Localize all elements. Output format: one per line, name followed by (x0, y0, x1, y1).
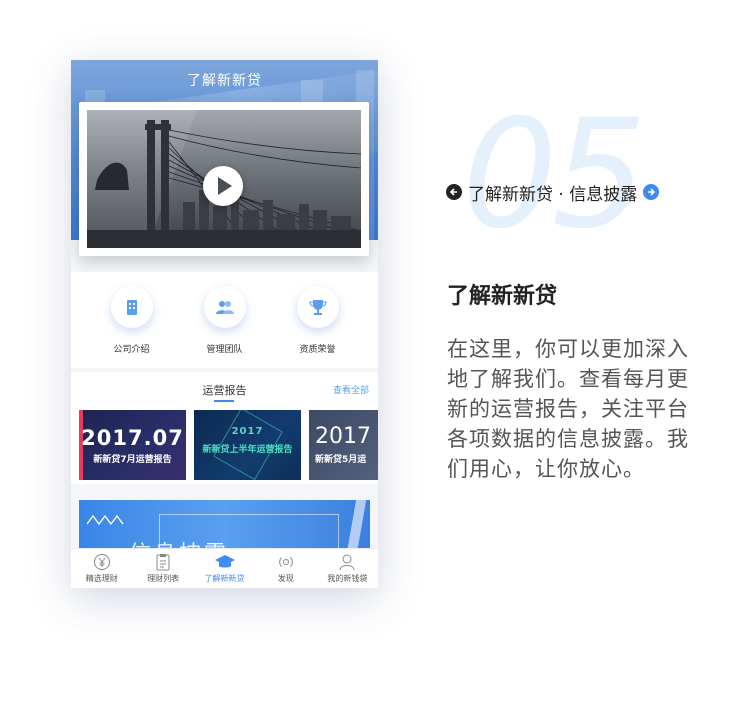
tab-label: 我的新钱袋 (327, 574, 368, 583)
breadcrumb-text: 了解新新贷 · 信息披露 (468, 184, 638, 205)
quick-link-qualifications[interactable]: 资质荣誉 (278, 272, 358, 368)
report-cards: 2017.07 新新贷7月运营报告 2017 新新贷上半年运营报告 2017 新… (79, 410, 378, 480)
quick-links: 公司介绍 管理团队 资质荣誉 (71, 272, 378, 368)
nav-title: 了解新新贷 (187, 73, 262, 89)
feature-title: 了解新新贷 (447, 284, 558, 309)
user-icon (317, 553, 378, 571)
quick-link-company-intro[interactable]: 公司介绍 (92, 272, 172, 368)
report-card[interactable]: 2017 新新贷上半年运营报告 (194, 410, 301, 480)
report-card-subtitle: 新新贷上半年运营报告 (202, 445, 293, 455)
reports-section: 运营报告 查看全部 2017.07 新新贷7月运营报告 2017 新新贷上半年运… (71, 372, 378, 484)
tab-label: 精选理财 (85, 574, 118, 583)
phone-mockup: 了解新新贷 公司介绍 管理团队 资质荣誉 运营报告 查看全部 2017.07 新… (71, 60, 378, 588)
report-card-subtitle: 新新贷5月运 (315, 455, 367, 465)
tab-featured-finance[interactable]: 精选理财 (71, 549, 132, 588)
mountains-icon (87, 514, 124, 526)
clipboard-icon (132, 553, 193, 571)
tab-about[interactable]: 了解新新贷 (194, 549, 255, 588)
quick-link-management-team[interactable]: 管理团队 (185, 272, 265, 368)
quick-link-label: 公司介绍 (113, 345, 150, 355)
graduation-cap-icon (194, 553, 255, 571)
report-card[interactable]: 2017 新新贷5月运 (309, 410, 378, 480)
report-card[interactable]: 2017.07 新新贷7月运营报告 (79, 410, 186, 480)
tab-my-wallet[interactable]: 我的新钱袋 (317, 549, 378, 588)
feature-description: 在这里，你可以更加深入地了解我们。查看每月更新的运营报告，关注平台各项数据的信息… (447, 337, 689, 481)
team-icon (203, 286, 246, 328)
reports-title: 运营报告 (202, 384, 247, 397)
tab-discover[interactable]: 发现 (255, 549, 316, 588)
arrow-right-icon[interactable] (643, 184, 660, 200)
report-card-year: 2017 (315, 424, 371, 449)
tab-finance-list[interactable]: 理财列表 (132, 549, 193, 588)
section-number: 05 (462, 88, 647, 262)
play-button[interactable] (203, 166, 243, 206)
tab-label: 理财列表 (147, 574, 180, 583)
radar-icon (255, 553, 316, 571)
video-card[interactable] (79, 102, 369, 256)
report-card-year: 2017.07 (81, 426, 184, 450)
report-card-year: 2017 (231, 426, 264, 437)
building-icon (110, 286, 153, 328)
arrow-left-icon[interactable] (446, 184, 462, 200)
video-thumbnail[interactable] (87, 110, 361, 248)
view-all-link[interactable]: 查看全部 (333, 383, 369, 396)
quick-link-label: 管理团队 (206, 345, 243, 355)
tab-label: 发现 (277, 574, 294, 583)
trophy-icon (296, 286, 339, 328)
tab-label: 了解新新贷 (204, 574, 245, 583)
report-card-subtitle: 新新贷7月运营报告 (93, 455, 172, 465)
breadcrumb: 了解新新贷 · 信息披露 (446, 180, 660, 205)
tab-bar: 精选理财 理财列表 了解新新贷 发现 我的新钱袋 (71, 548, 378, 588)
reports-title-underline (214, 400, 234, 402)
yen-coin-icon (71, 553, 132, 571)
quick-link-label: 资质荣誉 (299, 345, 336, 355)
